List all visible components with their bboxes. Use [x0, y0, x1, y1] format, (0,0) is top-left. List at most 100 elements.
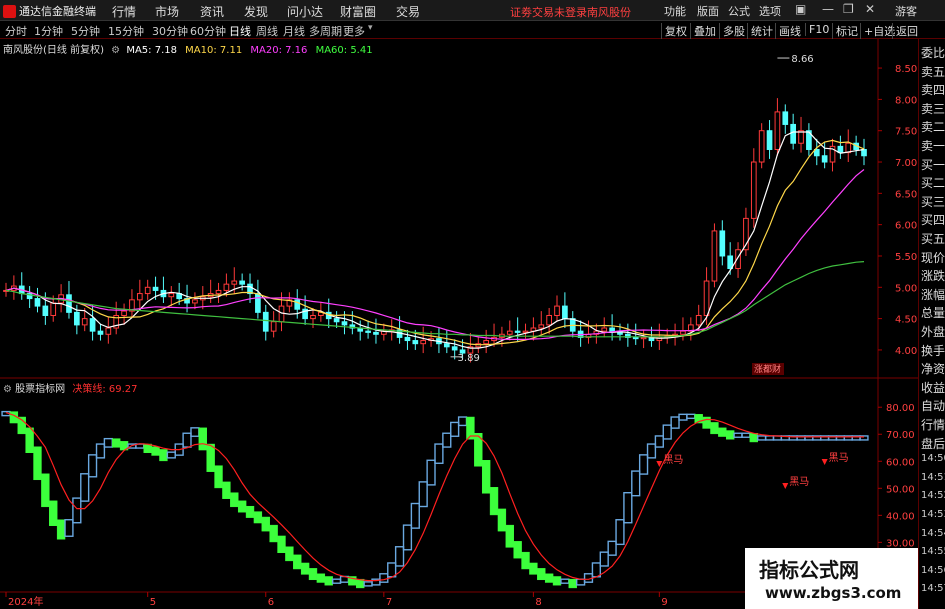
candle-body	[168, 293, 175, 298]
more-chevron-icon[interactable]: ▾	[368, 23, 373, 33]
menu-quotes[interactable]: 行情	[112, 3, 136, 20]
side-panel-item[interactable]: 总量	[921, 304, 945, 321]
axes: 8.50 8.00 7.50 7.00 6.50 6.00 5.50 5.00 4.50 4.00…	[0, 39, 918, 609]
menu-trade[interactable]: 交易	[396, 3, 420, 20]
candle-body	[538, 324, 545, 329]
menu-ask[interactable]: 问小达	[287, 3, 323, 20]
side-panel-item[interactable]: 14:54	[921, 528, 945, 539]
side-panel-item[interactable]: 净资	[921, 360, 945, 377]
side-panel-item[interactable]: 14:53	[921, 509, 945, 520]
side-panel-item[interactable]: 14:55	[921, 546, 945, 557]
side-panel-item[interactable]: 收益	[921, 379, 945, 396]
indicator-settings-icon[interactable]: ⚙	[3, 384, 12, 395]
side-panel-item[interactable]: 14:52	[921, 490, 945, 501]
side-panel-item[interactable]: 卖四	[921, 81, 945, 98]
side-panel-item[interactable]: 14:57	[921, 583, 945, 594]
indicator-down-step	[513, 541, 522, 559]
period-more[interactable]: 更多	[343, 23, 365, 39]
side-panel-item[interactable]: 行情	[921, 416, 945, 433]
side-panel-item[interactable]: 买一	[921, 156, 945, 173]
menu-discover[interactable]: 发现	[244, 3, 268, 20]
side-panel-item[interactable]: 买五	[921, 230, 945, 247]
side-panel: 委比卖五 卖四卖三 卖二卖一买一 买二买三 买四买五现价 涨跌涨幅 总量外盘换手 净资收益 自动…	[918, 39, 945, 609]
period-15min[interactable]: 15分钟	[108, 23, 144, 39]
indicator-down-step	[33, 446, 42, 481]
minimize-icon[interactable]: —	[822, 2, 834, 16]
candle-body	[680, 330, 686, 335]
window-skin-icon[interactable]: ▣	[795, 2, 806, 16]
side-panel-item[interactable]: 14:51	[921, 472, 945, 483]
side-panel-item[interactable]: 涨幅	[921, 286, 945, 303]
multi-stock-button[interactable]: 多股	[719, 23, 745, 39]
candle-body	[270, 321, 277, 332]
close-icon[interactable]: ✕	[865, 2, 875, 16]
period-tick[interactable]: 分时	[5, 23, 27, 39]
app-title: 通达信金融终端	[19, 5, 96, 18]
side-panel-item[interactable]: 涨跌	[921, 267, 945, 284]
side-panel-item[interactable]: 外盘	[921, 323, 945, 340]
side-panel-item[interactable]: 卖二	[921, 118, 945, 135]
indicator-up-step	[457, 416, 468, 427]
back-button[interactable]: 返回	[892, 23, 918, 39]
period-60min[interactable]: 60分钟	[190, 23, 226, 39]
overlay-button[interactable]: 叠加	[690, 23, 716, 39]
indicator-down-step	[245, 505, 255, 518]
side-panel-item[interactable]: 买三	[921, 193, 945, 210]
f10-button[interactable]: F10	[805, 23, 829, 36]
restore-icon[interactable]: ❐	[843, 2, 854, 16]
candle-body	[404, 336, 411, 342]
period-5min[interactable]: 5分钟	[71, 23, 100, 39]
price-panel: 8.66 3.89 涨都财	[3, 54, 867, 375]
draw-line-button[interactable]: 画线	[775, 23, 801, 39]
indicator-down-step	[237, 500, 247, 513]
indicator-down-step	[718, 427, 727, 437]
candle-body	[105, 327, 112, 335]
side-panel-item[interactable]: 换手	[921, 342, 945, 359]
side-panel-item[interactable]: 14:56	[921, 565, 945, 576]
period-monthly[interactable]: 月线	[283, 23, 305, 39]
candle-body	[365, 330, 371, 333]
side-panel-item[interactable]: 委比	[921, 44, 945, 61]
side-panel-item[interactable]: 现价	[921, 249, 945, 266]
mark-button[interactable]: 标记	[832, 23, 858, 39]
candle-body	[632, 336, 639, 340]
period-weekly[interactable]: 周线	[256, 23, 278, 39]
menu-news[interactable]: 资讯	[200, 3, 224, 20]
menu-function[interactable]: 功能	[664, 3, 686, 19]
indicator-up-step	[182, 432, 192, 448]
adjust-button[interactable]: 复权	[661, 23, 687, 39]
side-panel-item[interactable]: 自动	[921, 397, 945, 414]
candle-body	[750, 161, 757, 219]
candle-body	[74, 311, 80, 326]
buy-signal-label: 黑马	[663, 454, 683, 466]
menu-options[interactable]: 选项	[759, 3, 781, 19]
menu-market[interactable]: 市场	[155, 3, 179, 20]
add-watchlist-button[interactable]: +自选	[860, 23, 895, 39]
side-panel-item[interactable]: 买四	[921, 211, 945, 228]
indicator-down-step	[702, 416, 711, 429]
menu-wealth[interactable]: 财富圈	[340, 3, 376, 20]
candle-body	[373, 331, 379, 335]
side-panel-item[interactable]: 卖一	[921, 137, 945, 154]
buy-signal-label: 黑马	[829, 452, 849, 464]
candle-body	[758, 130, 765, 163]
menu-formula[interactable]: 公式	[728, 3, 750, 19]
candle-body	[609, 327, 615, 332]
menu-layout[interactable]: 版面	[697, 3, 719, 19]
side-panel-item[interactable]: 卖三	[921, 100, 945, 117]
period-daily[interactable]: 日线	[229, 23, 251, 39]
login-notice[interactable]: 证劵交易未登录	[510, 4, 587, 20]
period-multi[interactable]: 多周期	[309, 23, 342, 39]
indicator-up-step	[733, 432, 743, 438]
stats-button[interactable]: 统计	[747, 23, 773, 39]
period-1min[interactable]: 1分钟	[34, 23, 63, 39]
side-panel-item[interactable]: 14:50	[921, 453, 945, 464]
x-tick-label: 8	[535, 597, 541, 608]
side-panel-item[interactable]: 盘后	[921, 435, 945, 452]
side-panel-item[interactable]: 卖五	[921, 63, 945, 80]
period-30min[interactable]: 30分钟	[152, 23, 188, 39]
main-chart[interactable]: 8.663.89涨都财 黑马黑马黑马 8.508.007.507.006.506…	[0, 39, 918, 609]
indicator-down-step	[489, 487, 499, 516]
side-panel-item[interactable]: 买二	[921, 174, 945, 191]
guest-label[interactable]: 游客	[895, 3, 917, 19]
